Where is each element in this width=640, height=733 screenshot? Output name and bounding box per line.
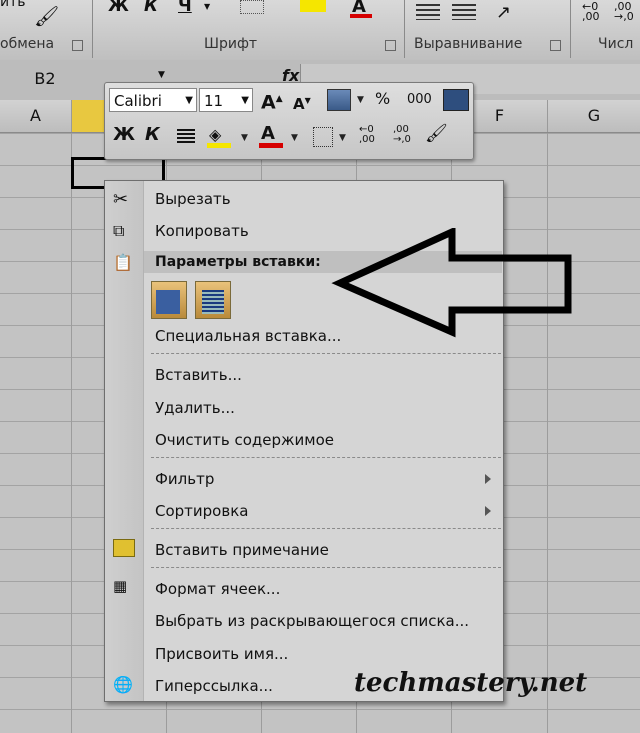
format-painter-icon[interactable]: 🖌 xyxy=(34,4,59,28)
increase-decimal-icon[interactable]: ←0,00 xyxy=(359,125,375,145)
grid-column-line xyxy=(547,133,548,733)
font-size-combo[interactable]: 11 ▼ xyxy=(199,88,253,112)
menu-item-insert-comment[interactable]: Вставить примечание xyxy=(155,541,329,559)
menu-item-pick-from-list[interactable]: Выбрать из раскрывающегося списка... xyxy=(155,612,469,630)
menu-item-cut[interactable]: Вырезать xyxy=(155,190,231,208)
paste-values-icon xyxy=(202,290,224,314)
underline-dropdown-icon[interactable]: ▼ xyxy=(204,2,210,11)
underline-button[interactable]: Ч xyxy=(178,0,192,16)
watermark-text: techmastery.net xyxy=(354,668,588,698)
menu-separator xyxy=(151,353,501,354)
merge-center-icon[interactable] xyxy=(443,89,469,111)
font-color-swatch xyxy=(350,14,372,18)
scissors-icon: ✂ xyxy=(113,189,129,210)
ribbon-divider xyxy=(404,0,405,58)
clipboard-group-label: обмена xyxy=(0,36,55,52)
column-header-g[interactable]: G xyxy=(548,100,640,132)
italic-button[interactable]: К xyxy=(144,0,158,16)
accounting-format-icon[interactable] xyxy=(327,89,351,111)
fill-color-swatch xyxy=(207,143,231,148)
paste-brush-icon xyxy=(156,290,180,314)
ribbon-divider xyxy=(570,0,571,58)
grow-font-icon[interactable]: A▲ xyxy=(261,88,283,113)
increase-indent-icon[interactable] xyxy=(452,4,476,20)
chevron-down-icon[interactable]: ▼ xyxy=(339,133,346,143)
font-size-value: 11 xyxy=(204,92,224,110)
menu-item-copy[interactable]: Копировать xyxy=(155,222,249,240)
paste-options-header: Параметры вставки: xyxy=(155,254,321,270)
globe-link-icon: 🌐 xyxy=(113,675,133,694)
paste-option-values[interactable] xyxy=(195,281,231,319)
decrease-decimal-icon[interactable]: ,00 →,0 xyxy=(614,1,634,22)
shrink-font-icon[interactable]: A▼ xyxy=(293,90,311,114)
number-group-label: Числ xyxy=(598,36,634,52)
font-color-swatch xyxy=(259,143,283,148)
fill-bucket-icon[interactable]: ◈ xyxy=(209,125,221,144)
bold-button[interactable]: Ж xyxy=(108,0,129,16)
submenu-arrow-icon xyxy=(485,474,491,484)
menu-separator xyxy=(151,457,501,458)
submenu-arrow-icon xyxy=(485,506,491,516)
alignment-group-label: Выравнивание xyxy=(414,36,523,52)
menu-item-sort[interactable]: Сортировка xyxy=(155,502,248,520)
center-align-icon[interactable] xyxy=(177,129,195,143)
menu-item-hyperlink[interactable]: Гиперссылка... xyxy=(155,677,273,695)
clipboard-icon: 📋 xyxy=(113,253,133,272)
note-icon xyxy=(113,539,135,557)
copy-icon: ⧉ xyxy=(113,221,125,240)
decrease-indent-icon[interactable] xyxy=(416,4,440,20)
menu-separator xyxy=(151,528,501,529)
paste-option-formatting[interactable] xyxy=(151,281,187,319)
bold-button[interactable]: Ж xyxy=(113,124,135,148)
chevron-down-icon[interactable]: ▼ xyxy=(241,133,248,143)
format-cells-icon: ▦ xyxy=(113,577,128,595)
chevron-down-icon: ▼ xyxy=(185,95,193,106)
column-header-a[interactable]: A xyxy=(0,100,72,132)
chevron-down-icon: ▼ xyxy=(241,95,249,106)
ribbon: ить 🖌 обмена Ж К Ч ▼ A Шрифт ↗ Выравнива… xyxy=(0,0,640,61)
menu-item-filter[interactable]: Фильтр xyxy=(155,470,214,488)
clipboard-tail-text: ить xyxy=(0,0,26,10)
format-painter-icon[interactable]: 🖌 xyxy=(425,123,448,144)
font-name-combo[interactable]: Calibri ▼ xyxy=(109,88,197,112)
font-launcher-icon[interactable] xyxy=(385,40,396,51)
menu-item-define-name[interactable]: Присвоить имя... xyxy=(155,645,288,663)
thousands-button[interactable]: 000 xyxy=(407,89,432,113)
chevron-down-icon[interactable]: ▼ xyxy=(357,95,364,105)
menu-item-delete[interactable]: Удалить... xyxy=(155,399,235,417)
clipboard-launcher-icon[interactable] xyxy=(72,40,83,51)
percent-button[interactable]: % xyxy=(375,88,390,112)
alignment-launcher-icon[interactable] xyxy=(550,40,561,51)
menu-item-insert[interactable]: Вставить... xyxy=(155,366,242,384)
increase-decimal-icon[interactable]: ←0,00 xyxy=(582,1,600,22)
menu-separator xyxy=(151,567,501,568)
borders-icon[interactable] xyxy=(240,0,264,14)
name-box[interactable]: B2 xyxy=(0,66,90,92)
ribbon-divider xyxy=(92,0,93,58)
name-box-dropdown-icon[interactable]: ▼ xyxy=(158,70,165,80)
font-name-value: Calibri xyxy=(114,92,162,110)
font-group-label: Шрифт xyxy=(204,36,258,52)
menu-item-paste-special[interactable]: Специальная вставка... xyxy=(155,327,341,345)
fill-color-icon[interactable] xyxy=(300,0,326,12)
menu-item-clear-contents[interactable]: Очистить содержимое xyxy=(155,431,334,449)
borders-icon[interactable] xyxy=(313,127,333,147)
chevron-down-icon[interactable]: ▼ xyxy=(291,133,298,143)
annotation-arrow xyxy=(331,228,572,338)
orientation-icon[interactable]: ↗ xyxy=(496,2,511,23)
italic-button[interactable]: К xyxy=(145,124,160,148)
decrease-decimal-icon[interactable]: ,00 →,0 xyxy=(393,125,411,145)
menu-item-format-cells[interactable]: Формат ячеек... xyxy=(155,580,280,598)
arrow-outline xyxy=(331,228,572,338)
mini-toolbar: Calibri ▼ 11 ▼ A▲ A▼ ▼ % 000 Ж К ◈ ▼ A ▼… xyxy=(104,82,474,160)
